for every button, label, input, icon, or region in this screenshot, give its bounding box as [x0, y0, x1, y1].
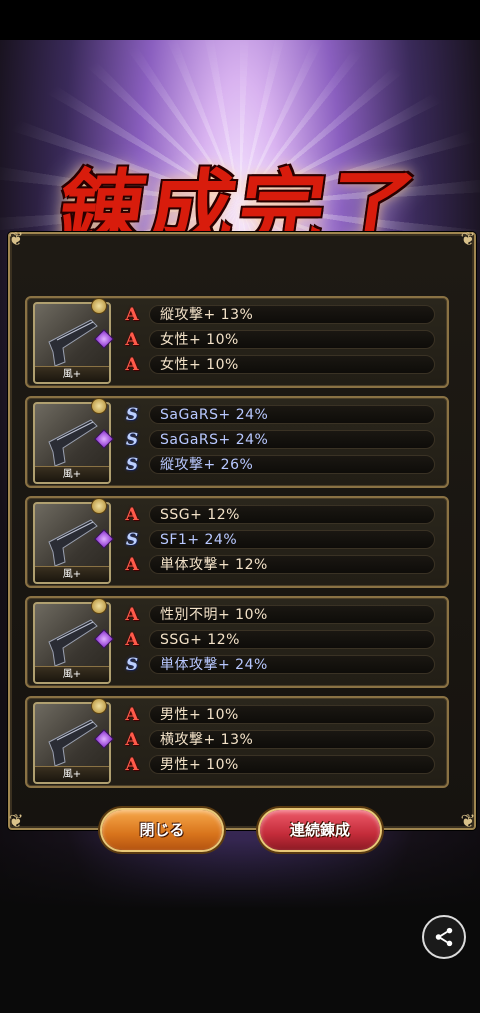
option-text: 女性+ 10% — [149, 330, 435, 349]
option-text: 男性+ 10% — [149, 705, 435, 724]
lock-icon — [91, 298, 107, 314]
option-row: A 性別不明+ 10% — [123, 605, 435, 625]
option-row: A 横攻撃+ 13% — [123, 730, 435, 750]
element-label: 風+ — [35, 766, 109, 782]
element-label: 風+ — [35, 666, 109, 682]
element-label: 風+ — [35, 566, 109, 582]
corner-ornament-icon: ❦ — [460, 811, 476, 832]
corner-ornament-icon: ❦ — [8, 229, 24, 250]
rank-S-badge: S — [125, 655, 139, 675]
pistol-icon — [48, 719, 98, 767]
rank-A-badge: A — [125, 505, 139, 525]
option-text: 性別不明+ 10% — [149, 605, 435, 624]
weapon-card[interactable]: 風+ A 性別不明+ 10% A SSG+ 12% S 単体攻撃+ 24% — [25, 596, 449, 688]
repeat-refine-button[interactable]: 連続錬成 — [260, 810, 380, 850]
option-text: SSG+ 12% — [149, 505, 435, 524]
pistol-icon — [48, 619, 98, 667]
option-text: 横攻撃+ 13% — [149, 730, 435, 749]
rank-A-badge: A — [125, 755, 139, 775]
pistol-icon — [48, 319, 98, 367]
lock-icon — [91, 398, 107, 414]
option-text: 単体攻撃+ 12% — [149, 555, 435, 574]
share-icon[interactable] — [422, 915, 466, 959]
option-row: S SF1+ 24% — [123, 530, 435, 550]
weapon-card[interactable]: 風+ A 男性+ 10% A 横攻撃+ 13% A 男性+ 10% — [25, 696, 449, 788]
option-row: A 男性+ 10% — [123, 705, 435, 725]
bottom-fade — [0, 840, 480, 1013]
lock-icon — [91, 498, 107, 514]
rank-A-badge: A — [125, 630, 139, 650]
option-text: SaGaRS+ 24% — [149, 430, 435, 449]
rank-S-badge: S — [125, 455, 139, 475]
option-row: A SSG+ 12% — [123, 505, 435, 525]
corner-ornament-icon: ❦ — [460, 229, 476, 250]
pistol-icon — [48, 419, 98, 467]
rank-A-badge: A — [125, 605, 139, 625]
close-button[interactable]: 閉じる — [102, 810, 222, 850]
rank-S-badge: S — [125, 430, 139, 450]
corner-ornament-icon: ❦ — [8, 811, 24, 832]
option-text: 男性+ 10% — [149, 755, 435, 774]
weapon-card[interactable]: 風+ A SSG+ 12% S SF1+ 24% A 単体攻撃+ 12% — [25, 496, 449, 588]
option-text: SF1+ 24% — [149, 530, 435, 549]
option-row: S SaGaRS+ 24% — [123, 430, 435, 450]
option-text: 縦攻撃+ 26% — [149, 455, 435, 474]
weapon-card[interactable]: 風+ S SaGaRS+ 24% S SaGaRS+ 24% S 縦攻撃+ 26% — [25, 396, 449, 488]
option-row: S 縦攻撃+ 26% — [123, 455, 435, 475]
option-text: 縦攻撃+ 13% — [149, 305, 435, 324]
rank-A-badge: A — [125, 730, 139, 750]
pistol-icon — [48, 519, 98, 567]
option-text: SSG+ 12% — [149, 630, 435, 649]
option-text: 単体攻撃+ 24% — [149, 655, 435, 674]
rank-A-badge: A — [125, 555, 139, 575]
weapon-card[interactable]: 風+ A 縦攻撃+ 13% A 女性+ 10% A 女性+ 10% — [25, 296, 449, 388]
option-row: A 男性+ 10% — [123, 755, 435, 775]
rank-S-badge: S — [125, 405, 139, 425]
lock-icon — [91, 698, 107, 714]
option-row: S SaGaRS+ 24% — [123, 405, 435, 425]
option-row: A 単体攻撃+ 12% — [123, 555, 435, 575]
option-row: A SSG+ 12% — [123, 630, 435, 650]
rank-A-badge: A — [125, 330, 139, 350]
rank-S-badge: S — [125, 530, 139, 550]
option-row: S 単体攻撃+ 24% — [123, 655, 435, 675]
rank-A-badge: A — [125, 355, 139, 375]
option-row: A 女性+ 10% — [123, 355, 435, 375]
option-text: SaGaRS+ 24% — [149, 405, 435, 424]
option-row: A 女性+ 10% — [123, 330, 435, 350]
rank-A-badge: A — [125, 305, 139, 325]
option-text: 女性+ 10% — [149, 355, 435, 374]
option-row: A 縦攻撃+ 13% — [123, 305, 435, 325]
lock-icon — [91, 598, 107, 614]
share-glyph — [435, 927, 453, 947]
element-label: 風+ — [35, 366, 109, 382]
rank-A-badge: A — [125, 705, 139, 725]
element-label: 風+ — [35, 466, 109, 482]
